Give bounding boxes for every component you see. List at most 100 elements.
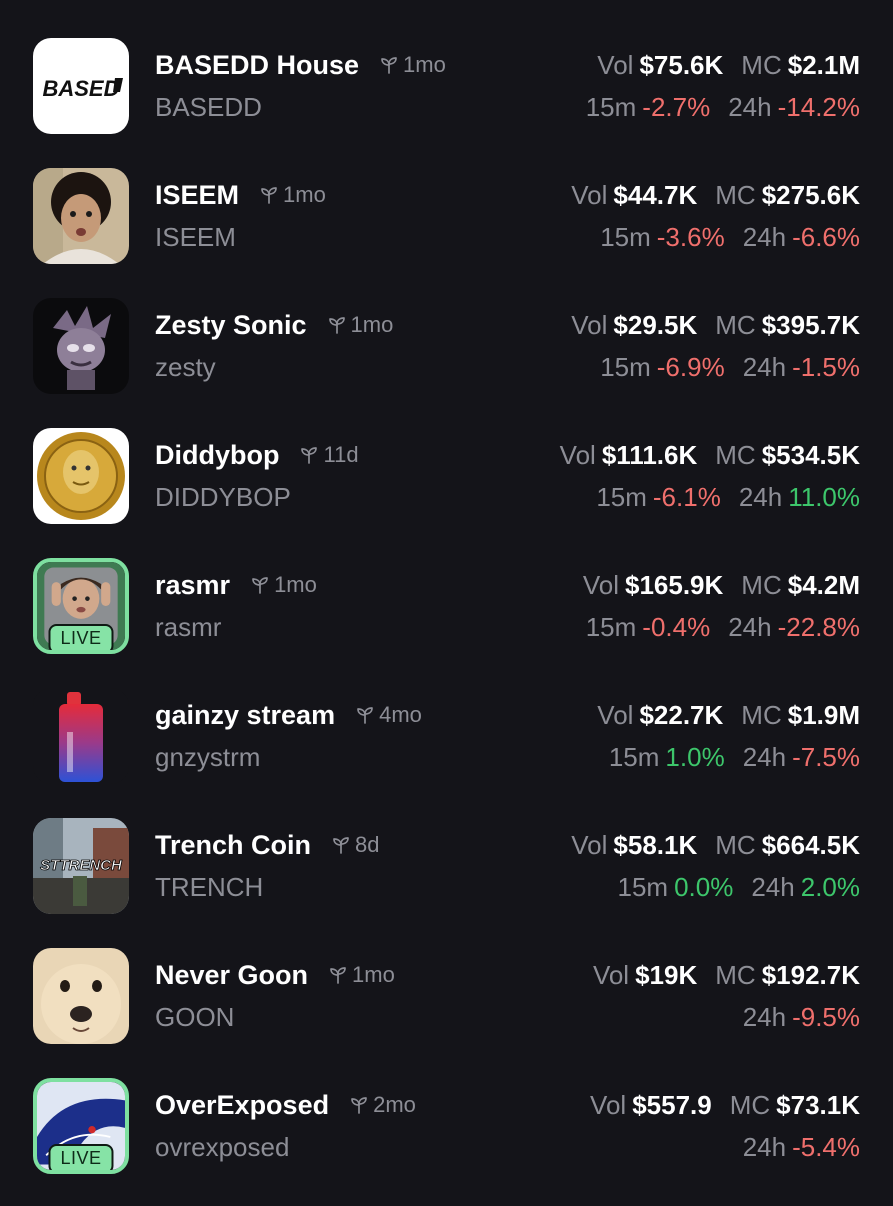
change-15m-label: 15m — [600, 352, 651, 382]
token-name: gainzy stream — [155, 699, 336, 730]
mc-label: MC — [741, 49, 782, 80]
token-row[interactable]: LIVE OverExposed 2mo ovrexposed Vol $557.9 MC $… — [0, 1076, 893, 1206]
token-volume-marketcap: Vol $557.9 MC $73.1K — [590, 1088, 860, 1122]
token-volume-marketcap: Vol $75.6K MC $2.1M — [597, 48, 860, 82]
sprout-icon — [250, 575, 274, 595]
sprout-icon — [331, 835, 355, 855]
change-24h-label: 24h — [742, 1132, 787, 1162]
token-price-changes: 15m -3.6% 24h -6.6% — [600, 222, 860, 253]
mc-label: MC — [715, 959, 756, 990]
token-name-line: BASEDD House 1mo — [155, 48, 446, 82]
token-avatar — [33, 168, 129, 264]
vol-value: $75.6K — [639, 49, 724, 80]
vol-label: Vol — [582, 569, 619, 600]
token-ticker: zesty — [155, 352, 216, 382]
mc-value: $275.6K — [761, 179, 860, 210]
change-15m-label: 15m — [585, 612, 637, 642]
token-avatar: STTRENCH — [33, 818, 129, 914]
change-24h-value: -1.5% — [792, 352, 860, 382]
token-row[interactable]: gainzy stream 4mo gnzystrm Vol $22.7K MC $1.9M… — [0, 686, 893, 816]
token-name-line: rasmr 1mo — [155, 568, 317, 602]
token-price-changes: 15m -0.4% 24h -22.8% — [586, 612, 860, 643]
token-age-value: 1mo — [283, 182, 326, 207]
token-avatar — [33, 948, 129, 1044]
dog-photo-icon — [33, 948, 129, 1044]
token-age: 1mo — [250, 572, 317, 598]
vol-label: Vol — [571, 829, 608, 860]
token-name-line: OverExposed 2mo — [155, 1088, 416, 1122]
street-scene-icon: STTRENCH — [33, 818, 129, 914]
token-age: 4mo — [355, 702, 422, 728]
token-volume-marketcap: Vol $22.7K MC $1.9M — [597, 698, 860, 732]
live-badge: LIVE — [48, 624, 114, 650]
token-name: Trench Coin — [155, 829, 312, 860]
token-price-changes: 24h -9.5% — [743, 1002, 860, 1033]
change-15m-label: 15m — [585, 92, 637, 122]
token-list: BASED BASEDD House 1mo BASEDD Vol $75.6K MC $2.… — [0, 0, 893, 1200]
token-price-changes: 24h -5.4% — [743, 1132, 860, 1163]
token-name-line: ISEEM 1mo — [155, 178, 326, 212]
change-24h-value: 2.0% — [800, 872, 860, 902]
live-badge: LIVE — [48, 1144, 114, 1170]
vol-value: $111.6K — [601, 439, 698, 470]
mc-label: MC — [715, 179, 756, 210]
token-row[interactable]: BASED BASEDD House 1mo BASEDD Vol $75.6K MC $2.… — [0, 36, 893, 166]
token-row[interactable]: LIVE rasmr 1mo rasmr Vol $165.9K MC $4.2M 15m -0.… — [0, 556, 893, 686]
sprout-icon — [349, 1095, 373, 1115]
token-age: 1mo — [328, 962, 395, 988]
person-photo-icon — [33, 168, 129, 264]
vol-value: $44.7K — [613, 179, 698, 210]
vol-value: $19K — [635, 959, 698, 990]
change-15m-value: -0.4% — [642, 612, 711, 642]
token-name: Zesty Sonic — [155, 309, 307, 340]
token-volume-marketcap: Vol $58.1K MC $664.5K — [571, 828, 860, 862]
vol-label: Vol — [571, 309, 608, 340]
mc-label: MC — [715, 829, 756, 860]
sprout-icon — [259, 185, 283, 205]
token-row[interactable]: Zesty Sonic 1mo zesty Vol $29.5K MC $395.7K 15m… — [0, 296, 893, 426]
change-24h-label: 24h — [728, 612, 772, 642]
vol-label: Vol — [559, 439, 596, 470]
change-15m-value: -3.6% — [656, 222, 725, 252]
token-avatar — [33, 428, 129, 524]
token-ticker: TRENCH — [155, 872, 264, 902]
token-avatar — [33, 688, 129, 784]
token-volume-marketcap: Vol $165.9K MC $4.2M — [583, 568, 860, 602]
token-name-line: gainzy stream 4mo — [155, 698, 422, 732]
change-24h-label: 24h — [738, 482, 783, 512]
vol-value: $29.5K — [613, 309, 698, 340]
token-age: 11d — [299, 442, 359, 468]
token-row[interactable]: Never Goon 1mo GOON Vol $19K MC $192.7K 24h -9.5… — [0, 946, 893, 1076]
token-ticker: DIDDYBOP — [155, 482, 291, 512]
token-name: OverExposed — [155, 1089, 330, 1120]
change-15m-label: 15m — [600, 222, 651, 252]
change-24h-value: 11.0% — [788, 482, 860, 512]
token-ticker: gnzystrm — [155, 742, 261, 772]
token-age: 8d — [331, 832, 380, 858]
token-row[interactable]: Diddybop 11d DIDDYBOP Vol $111.6K MC $534.5K 15… — [0, 426, 893, 556]
token-row[interactable]: ISEEM 1mo ISEEM Vol $44.7K MC $275.6K 15m -3.6% 2… — [0, 166, 893, 296]
token-price-changes: 15m -6.1% 24h 11.0% — [596, 482, 860, 513]
vol-label: Vol — [590, 1089, 627, 1120]
token-age-value: 1mo — [350, 312, 394, 337]
token-price-changes: 15m 0.0% 24h 2.0% — [618, 872, 861, 903]
gold-coin-icon — [33, 428, 129, 524]
token-ticker: ovrexposed — [155, 1132, 290, 1162]
change-15m-value: -6.9% — [656, 352, 725, 382]
mc-value: $664.5K — [761, 829, 860, 860]
token-name-line: Trench Coin 8d — [155, 828, 380, 862]
token-name: ISEEM — [155, 179, 240, 210]
token-name-line: Diddybop 11d — [155, 438, 359, 472]
token-ticker: BASEDD — [155, 92, 262, 122]
token-age: 1mo — [259, 182, 326, 208]
change-15m-value: -2.7% — [642, 92, 711, 122]
token-age-value: 1mo — [403, 52, 446, 77]
change-15m-value: 0.0% — [674, 872, 734, 902]
token-avatar — [33, 298, 129, 394]
token-name-line: Zesty Sonic 1mo — [155, 308, 393, 342]
vol-value: $557.9 — [632, 1089, 712, 1120]
token-avatar: BASED — [33, 38, 129, 134]
change-15m-label: 15m — [617, 872, 669, 902]
change-24h-value: -5.4% — [792, 1132, 860, 1162]
token-row[interactable]: STTRENCH Trench Coin 8d TRENCH Vol $58.1K MC $6… — [0, 816, 893, 946]
